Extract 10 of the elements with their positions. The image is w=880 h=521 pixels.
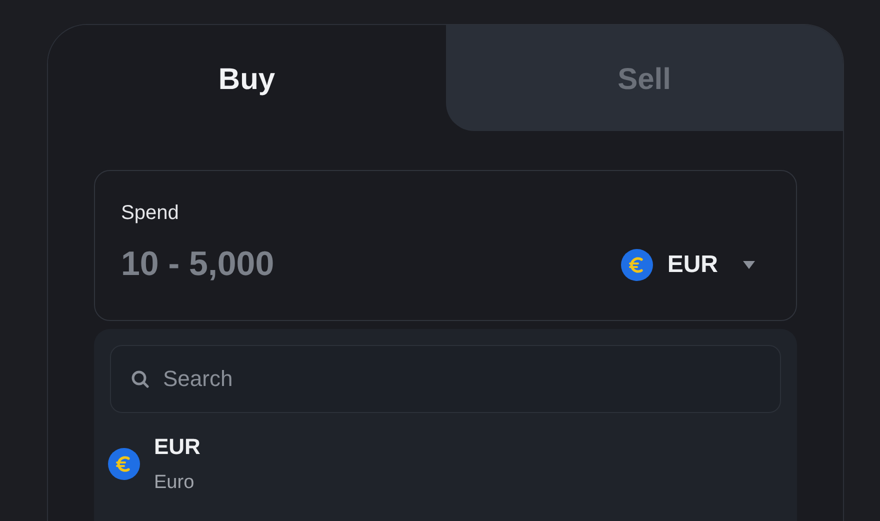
search-field[interactable]: Search — [110, 345, 781, 413]
currency-select[interactable]: EUR — [621, 246, 756, 282]
spend-field[interactable]: Spend 10 - 5,000 EUR — [94, 170, 797, 321]
search-icon — [130, 369, 150, 389]
caret-icon — [742, 260, 756, 270]
spend-label: Spend — [121, 201, 180, 225]
euro-coin-icon — [108, 448, 140, 480]
amount-input[interactable]: 10 - 5,000 — [121, 239, 421, 290]
euro-coin-icon — [621, 248, 654, 280]
currency-option[interactable]: EUR Euro — [108, 433, 200, 495]
